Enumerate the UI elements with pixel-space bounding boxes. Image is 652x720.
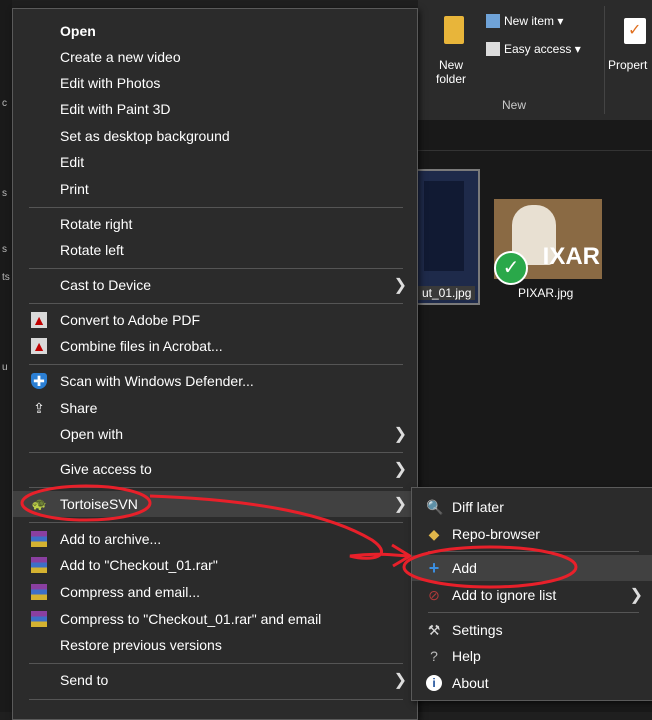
new-folder-button[interactable]: New folder [436,58,466,86]
thumbnail-text: IXAR [542,243,600,270]
properties-button[interactable]: Propert [608,58,647,72]
about-info-icon: i [426,675,442,691]
menu-item-give-access[interactable]: Give access to ❯ [13,456,417,482]
menu-item-edit-paint3d[interactable]: Edit with Paint 3D [13,96,417,122]
menu-separator [29,663,403,664]
new-folder-icon[interactable] [444,16,464,44]
easy-access-button[interactable]: Easy access ▾ [486,42,581,56]
menu-separator [428,551,639,552]
tortoisesvn-icon: 🐢 [31,497,47,511]
svn-status-check-icon: ✓ [494,251,528,285]
menu-separator [29,303,403,304]
ignore-list-icon: ⊘ [428,587,440,603]
menu-separator [29,487,403,488]
settings-wrench-icon: ⚒ [427,622,441,638]
menu-item-tortoisesvn[interactable]: 🐢 TortoiseSVN ❯ [13,491,417,517]
new-item-icon [486,14,500,28]
menu-item-compress-email[interactable]: Compress and email... [13,579,417,605]
submenu-item-help[interactable]: ? Help [412,643,652,669]
address-bar[interactable] [418,120,652,151]
menu-separator [29,452,403,453]
menu-separator [29,207,403,208]
menu-separator [29,364,403,365]
menu-item-create-video[interactable]: Create a new video [13,44,417,70]
file-name[interactable]: ut_01.jpg [418,286,476,300]
submenu-item-about[interactable]: i About [412,670,652,696]
chevron-right-icon: ❯ [393,461,407,478]
properties-icon[interactable]: ✓ [624,18,646,44]
menu-item-edit[interactable]: Edit [13,149,417,175]
menu-item-compress-rar-email[interactable]: Compress to "Checkout_01.rar" and email [13,606,417,632]
menu-item-share[interactable]: ⇪ Share [13,395,417,421]
menu-item-restore-versions[interactable]: Restore previous versions [13,632,417,658]
submenu-item-diff-later[interactable]: 🔍 Diff later [412,494,652,520]
chevron-right-icon: ❯ [393,672,407,689]
menu-item-rotate-right[interactable]: Rotate right [13,211,417,237]
menu-item-open[interactable]: Open [13,18,417,44]
context-menu: Open Create a new video Edit with Photos… [12,8,418,720]
menu-item-convert-pdf[interactable]: ▲ Convert to Adobe PDF [13,307,417,333]
tortoisesvn-submenu: 🔍 Diff later ◆ Repo-browser + Add ⊘ Add to i… [411,487,652,701]
acrobat-combine-icon: ▲ [31,338,47,354]
menu-item-print[interactable]: Print [13,176,417,202]
menu-item-add-to-rar[interactable]: Add to "Checkout_01.rar" [13,552,417,578]
easy-access-icon [486,42,500,56]
chevron-right-icon: ❯ [393,496,407,513]
menu-item-cast-to-device[interactable]: Cast to Device ❯ [13,272,417,298]
winrar-icon [31,531,47,547]
file-thumbnail[interactable] [418,169,480,305]
winrar-icon [31,611,47,627]
ribbon-group-label: New [502,98,527,112]
explorer-left-edge: c s s ts u [0,0,12,712]
new-item-button[interactable]: New item ▾ [486,14,563,28]
menu-separator [29,699,403,700]
adobe-pdf-icon: ▲ [31,312,47,328]
menu-item-combine-acrobat[interactable]: ▲ Combine files in Acrobat... [13,333,417,359]
menu-item-send-to[interactable]: Send to ❯ [13,667,417,693]
menu-item-open-with[interactable]: Open with ❯ [13,421,417,447]
menu-separator [29,268,403,269]
file-name[interactable]: PIXAR.jpg [518,286,573,300]
add-plus-icon: + [428,558,440,578]
menu-item-set-desktop-bg[interactable]: Set as desktop background [13,123,417,149]
menu-separator [29,522,403,523]
submenu-item-add-ignore-list[interactable]: ⊘ Add to ignore list ❯ [412,582,652,608]
winrar-icon [31,584,47,600]
share-icon: ⇪ [33,400,45,416]
winrar-icon [31,557,47,573]
chevron-right-icon: ❯ [393,277,407,294]
chevron-right-icon: ❯ [629,587,643,604]
submenu-item-settings[interactable]: ⚒ Settings [412,617,652,643]
ribbon-divider [604,6,605,114]
submenu-item-repo-browser[interactable]: ◆ Repo-browser [412,521,652,547]
menu-item-add-archive[interactable]: Add to archive... [13,526,417,552]
diff-later-icon: 🔍 [426,499,444,515]
menu-item-rotate-left[interactable]: Rotate left [13,237,417,263]
ribbon: New folder New item ▾ Easy access ▾ ✓ Pr… [418,0,652,121]
submenu-item-add[interactable]: + Add [412,555,652,581]
menu-item-scan-defender[interactable]: ✚ Scan with Windows Defender... [13,368,417,394]
repo-browser-icon: ◆ [428,526,440,542]
chevron-right-icon: ❯ [393,426,407,443]
windows-defender-icon: ✚ [31,373,47,389]
menu-item-edit-photos[interactable]: Edit with Photos [13,70,417,96]
menu-separator [428,612,639,613]
help-icon: ? [430,648,438,664]
